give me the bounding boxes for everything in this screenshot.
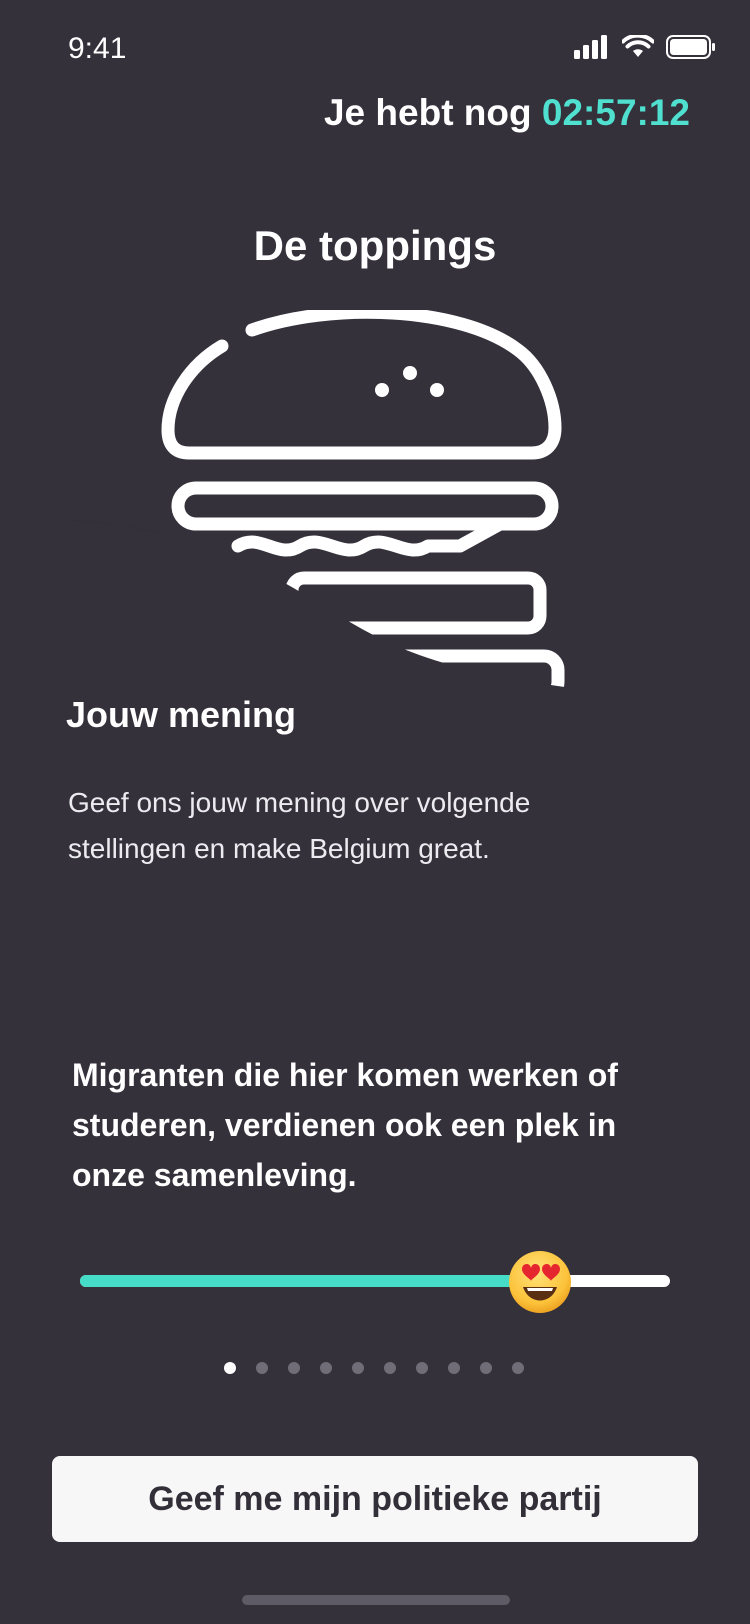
pagination-dot[interactable] [256,1362,268,1374]
pagination-dot[interactable] [480,1362,492,1374]
statement-text: Migranten die hier komen werken of stude… [72,1057,618,1193]
status-bar: 9:41 [0,0,750,90]
sesame-seed [403,366,417,380]
signal-icon [574,35,607,59]
timer-value: 02:57:12 [541,92,690,133]
wifi-icon [622,35,654,57]
pagination-dots [224,1362,524,1374]
burger-cheese-layer [171,481,559,531]
get-party-button[interactable]: Geef me mijn politieke partij [52,1456,698,1542]
pagination-dot[interactable] [320,1362,332,1374]
opinion-slider[interactable] [80,1250,670,1320]
sesame-seed [430,383,444,397]
battery-icon [666,35,715,59]
pagination-dot[interactable] [224,1362,236,1374]
pagination-dot[interactable] [352,1362,364,1374]
countdown-timer: Je hebt nog 02:57:12 [324,92,690,134]
page-title: De toppings [253,222,497,269]
slider-fill [80,1275,541,1287]
pagination-dot[interactable] [288,1362,300,1374]
status-time: 9:41 [68,32,127,65]
pagination-dot[interactable] [416,1362,428,1374]
burger-top-bun [161,310,562,460]
section-heading: Jouw mening [66,694,297,735]
pagination-dot[interactable] [512,1362,524,1374]
timer-prefix: Je hebt nog [323,92,532,133]
status-icons [574,32,716,62]
heart-eyes-emoji-icon[interactable] [507,1249,573,1315]
pagination-dot[interactable] [384,1362,396,1374]
sesame-seed [375,383,389,397]
pagination-dot[interactable] [448,1362,460,1374]
section-description: Geef ons jouw mening over volgende stell… [68,787,531,864]
home-indicator[interactable] [242,1595,510,1605]
